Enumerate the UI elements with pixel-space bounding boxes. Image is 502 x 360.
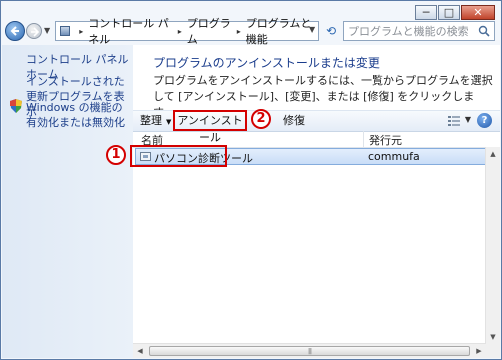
sidebar-item-windows-features[interactable]: Windows の機能の有効化または無効化 xyxy=(26,100,130,130)
minimize-button[interactable]: ─ xyxy=(415,5,437,20)
scroll-corner xyxy=(486,344,500,358)
search-placeholder: プログラムと機能の検索 xyxy=(348,25,469,38)
column-divider[interactable] xyxy=(363,131,364,147)
address-field[interactable]: ▸ コントロール パネル ▸ プログラム ▸ プログラムと機能 xyxy=(55,17,319,46)
horizontal-scrollbar[interactable]: ◀ ||| ▶ xyxy=(133,343,486,358)
grip-icon: ||| xyxy=(307,348,312,355)
breadcrumb-separator-icon[interactable]: ▸ xyxy=(178,27,182,36)
breadcrumb-control-panel[interactable]: コントロール パネル xyxy=(88,15,172,47)
programs-and-features-window: ─ □ ✕ ▼ ▸ コントロール パネル ▸ プログラム ▸ プログラムと機能 … xyxy=(0,0,502,360)
breadcrumb-separator-icon[interactable]: ▸ xyxy=(79,27,83,36)
back-arrow-icon xyxy=(10,26,19,36)
uninstall-button[interactable]: アンインストール xyxy=(173,110,247,144)
breadcrumb-programs-and-features[interactable]: プログラムと機能 xyxy=(246,15,318,47)
back-button[interactable] xyxy=(5,21,25,41)
command-bar: 整理 ▼ アンインストール 修復 ▼ ? xyxy=(133,110,500,144)
close-button[interactable]: ✕ xyxy=(461,5,495,20)
recent-pages-dropdown[interactable]: ▼ xyxy=(44,26,50,35)
organize-label: 整理 xyxy=(140,114,162,127)
vertical-scrollbar[interactable]: ▲ ▼ xyxy=(485,147,500,344)
page-title: プログラムのアンインストールまたは変更 xyxy=(153,56,380,70)
callout-1: 1 xyxy=(106,145,126,165)
column-header-publisher[interactable]: 発行元 xyxy=(369,132,402,148)
repair-button[interactable]: 修復 xyxy=(283,111,305,131)
view-dropdown[interactable]: ▼ xyxy=(465,115,471,124)
chevron-down-icon: ▼ xyxy=(166,118,172,126)
search-input[interactable]: プログラムと機能の検索 xyxy=(343,21,495,41)
breadcrumb-programs[interactable]: プログラム xyxy=(187,15,232,47)
forward-arrow-icon xyxy=(31,27,40,37)
close-icon: ✕ xyxy=(473,6,483,19)
breadcrumb-separator-icon[interactable]: ▸ xyxy=(237,27,241,36)
scroll-thumb[interactable]: ||| xyxy=(149,346,470,356)
refresh-icon[interactable]: ⟲ xyxy=(323,23,339,39)
main-content: プログラムのアンインストールまたは変更 プログラムをアンインストールするには、一… xyxy=(130,45,500,358)
view-options-icon[interactable] xyxy=(448,116,460,126)
search-icon[interactable] xyxy=(478,25,490,37)
scroll-up-icon[interactable]: ▲ xyxy=(486,147,500,161)
scroll-right-icon[interactable]: ▶ xyxy=(472,344,486,358)
forward-button[interactable] xyxy=(26,23,42,39)
maximize-icon: □ xyxy=(443,6,455,19)
program-publisher: commufa xyxy=(368,150,420,163)
control-panel-icon xyxy=(60,26,71,36)
scroll-left-icon[interactable]: ◀ xyxy=(133,344,147,358)
sidebar: コントロール パネル ホーム インストールされた更新プログラムを表示 Windo… xyxy=(2,45,133,358)
help-icon[interactable]: ? xyxy=(477,113,492,128)
table-row[interactable]: パソコン診断ツール commufa xyxy=(130,145,486,167)
callout-2: 2 xyxy=(251,109,271,129)
address-dropdown[interactable]: ▼ xyxy=(309,25,315,34)
address-bar-area: ▼ ▸ コントロール パネル ▸ プログラム ▸ プログラムと機能 ▼ ⟲ プロ… xyxy=(5,17,497,46)
maximize-button[interactable]: □ xyxy=(438,5,460,20)
scroll-down-icon[interactable]: ▼ xyxy=(486,330,500,344)
highlight-box xyxy=(130,145,227,167)
caption-buttons: ─ □ ✕ xyxy=(414,5,495,20)
minimize-icon: ─ xyxy=(422,6,430,19)
organize-button[interactable]: 整理 ▼ xyxy=(140,111,171,131)
shield-icon xyxy=(10,99,22,113)
